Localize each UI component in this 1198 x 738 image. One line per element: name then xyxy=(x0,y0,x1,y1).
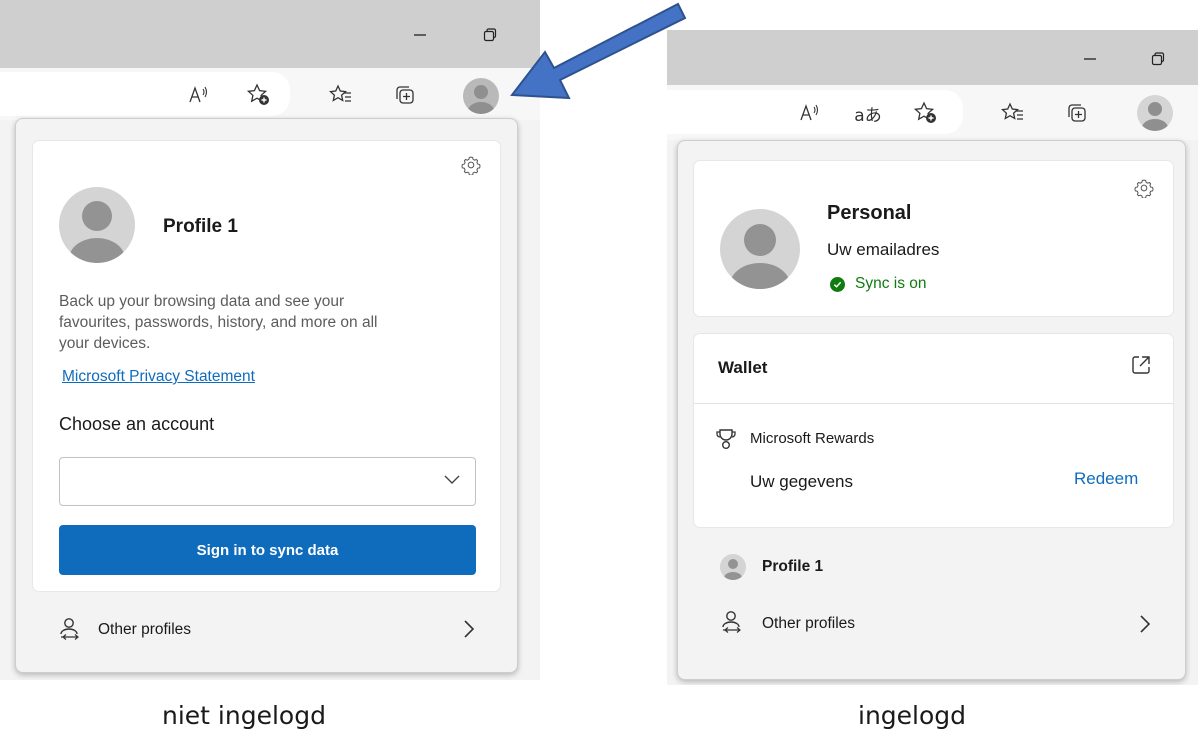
description-line: your devices. xyxy=(59,335,151,352)
profile-button[interactable] xyxy=(463,78,499,114)
settings-gear-icon xyxy=(461,156,481,176)
add-favorite-icon xyxy=(247,83,269,105)
settings-button[interactable] xyxy=(1134,178,1154,199)
caption-left: niet ingelogd xyxy=(162,701,326,730)
pointer-arrow xyxy=(510,2,687,100)
profile-name: Profile 1 xyxy=(163,216,238,237)
collections-icon xyxy=(396,86,414,104)
title-bar xyxy=(667,30,1198,85)
profile-flyout: Personal Uw emailadres Sync is on Wallet… xyxy=(677,140,1186,680)
right-screenshot: aあ Personal Uw emailadres Sync is on Wal… xyxy=(667,30,1198,685)
profile-row-label: Profile 1 xyxy=(762,558,824,575)
description-line: favourites, passwords, history, and more… xyxy=(59,314,378,331)
sync-status: Sync is on xyxy=(830,275,927,293)
add-favorite-button[interactable] xyxy=(244,80,274,110)
rewards-label: Microsoft Rewards xyxy=(750,430,875,447)
minimize-button[interactable] xyxy=(1070,44,1110,74)
chevron-right-icon xyxy=(1140,615,1151,633)
left-screenshot: Profile 1 Back up your browsing data and… xyxy=(0,0,540,680)
favorites-icon xyxy=(329,84,351,102)
collections-button[interactable] xyxy=(1062,98,1092,128)
wallet-title: Wallet xyxy=(718,358,768,377)
open-wallet-button[interactable] xyxy=(1130,354,1154,378)
read-aloud-icon xyxy=(189,86,208,103)
toolbar: aあ xyxy=(667,85,1198,140)
read-aloud-button[interactable] xyxy=(795,98,825,128)
title-bar xyxy=(0,0,540,68)
translate-icon: aあ xyxy=(854,105,882,126)
profile-avatar xyxy=(720,209,800,289)
wallet-divider xyxy=(694,403,1173,404)
rewards-value: Uw gegevens xyxy=(750,472,854,491)
description-line: Back up your browsing data and see your xyxy=(59,293,345,310)
other-profiles-row[interactable]: Other profiles xyxy=(678,602,1185,646)
caption-right: ingelogd xyxy=(858,701,967,730)
switch-profiles-icon xyxy=(722,611,741,633)
favorites-button[interactable] xyxy=(326,80,356,110)
add-favorite-button[interactable] xyxy=(911,98,941,128)
read-aloud-icon xyxy=(800,104,819,121)
favorites-icon xyxy=(1001,102,1023,120)
switch-profiles-icon xyxy=(60,618,79,640)
profile-flyout: Profile 1 Back up your browsing data and… xyxy=(15,118,518,673)
profile-avatar-icon xyxy=(724,559,742,580)
read-aloud-button[interactable] xyxy=(184,80,214,110)
profile-avatar-icon xyxy=(1142,102,1168,131)
account-card: Personal Uw emailadres Sync is on xyxy=(694,161,1173,316)
profile-avatar-icon xyxy=(730,224,790,289)
collections-icon xyxy=(1068,104,1086,122)
profile-row[interactable]: Profile 1 xyxy=(678,546,1185,586)
other-profiles-label: Other profiles xyxy=(762,615,856,632)
small-profile-avatar xyxy=(720,554,746,580)
checkmark-icon xyxy=(830,276,845,292)
profile-avatar xyxy=(59,187,135,263)
profile-avatar-icon xyxy=(468,85,494,114)
add-favorite-icon xyxy=(914,101,936,123)
settings-gear-icon xyxy=(1134,179,1154,199)
other-profiles-row[interactable]: Other profiles xyxy=(16,607,517,651)
collections-button[interactable] xyxy=(390,80,420,110)
minimize-icon xyxy=(414,34,426,36)
chevron-down-icon xyxy=(444,475,460,484)
settings-button[interactable] xyxy=(461,155,481,176)
favorites-button[interactable] xyxy=(998,98,1028,128)
sync-description: Back up your browsing data and see your … xyxy=(59,291,479,354)
profile-name: Personal xyxy=(827,202,912,224)
profile-card: Profile 1 Back up your browsing data and… xyxy=(33,141,500,591)
translate-button[interactable]: aあ xyxy=(851,98,885,128)
open-external-icon xyxy=(1132,356,1150,374)
account-select[interactable] xyxy=(59,457,476,506)
minimize-button[interactable] xyxy=(400,20,440,50)
account-email: Uw emailadres xyxy=(827,240,940,259)
profile-avatar-icon xyxy=(69,201,125,263)
redeem-link[interactable]: Redeem xyxy=(1074,469,1138,489)
restore-button[interactable] xyxy=(1138,44,1178,74)
sign-in-button[interactable]: Sign in to sync data xyxy=(59,525,476,575)
rewards-trophy-icon xyxy=(716,429,736,449)
minimize-icon xyxy=(1084,58,1096,60)
choose-account-label: Choose an account xyxy=(59,414,215,434)
sync-status-text: Sync is on xyxy=(855,275,927,292)
wallet-card: Wallet Microsoft Rewards Uw gegevens Red… xyxy=(694,334,1173,527)
restore-icon xyxy=(1151,52,1165,66)
toolbar xyxy=(0,68,540,120)
other-profiles-label: Other profiles xyxy=(98,621,192,638)
chevron-right-icon xyxy=(464,620,475,638)
privacy-statement-link[interactable]: Microsoft Privacy Statement xyxy=(62,368,255,386)
profile-button[interactable] xyxy=(1137,95,1173,131)
